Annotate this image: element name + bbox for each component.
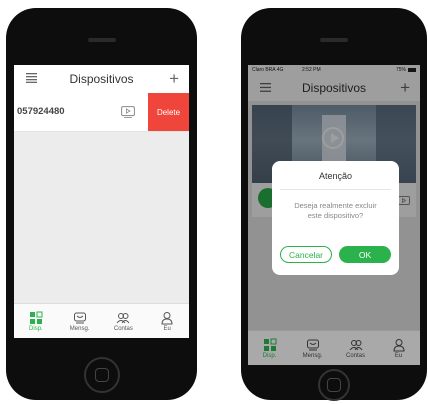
tab-label: Disp. [29,325,43,332]
tab-label: Contas [345,352,365,359]
tab-label: Eu [394,352,403,359]
tab-bar: Disp. Mensg. Contas Eu [248,330,420,365]
right-screen: Claro BRA 4G 2:52 PM 75% Dispositivos + [248,65,420,365]
cancel-label: Cancelar [288,249,324,260]
speaker [87,38,116,42]
play-icon[interactable] [121,105,135,123]
tab-label: Disp. [262,352,277,359]
device-id: 057924480 [17,106,65,117]
tab-contacts[interactable]: Contas [334,331,377,365]
dialog-message-line: este dispositivo? [307,211,364,220]
message-icon [306,339,319,350]
tab-messages[interactable]: Mensg. [291,331,334,365]
left-screen: Dispositivos + 057924480 Delete Disp. Me… [14,65,189,338]
ok-button[interactable]: OK [339,246,391,263]
delete-button[interactable]: Delete [148,93,189,131]
home-button[interactable] [83,357,120,393]
tab-me[interactable]: Eu [377,331,420,365]
cancel-button[interactable]: Cancelar [280,246,332,263]
tab-label: Mensg. [302,352,323,359]
menu-icon[interactable] [26,70,37,88]
speaker [320,38,348,42]
dialog-title: Atenção [318,171,353,181]
tab-label: Eu [163,325,171,332]
home-button[interactable] [318,369,350,401]
delete-label: Delete [156,107,181,117]
dialog-divider [280,189,391,190]
dialog-message-line: Deseja realmente excluir [294,201,377,210]
tab-label: Contas [113,325,133,332]
left-phone: Dispositivos + 057924480 Delete Disp. Me… [6,8,197,400]
ok-label: OK [358,249,372,260]
contacts-icon [116,312,130,323]
contacts-icon [349,339,362,350]
devices-icon [29,311,43,324]
confirm-dialog: Atenção Deseja realmente excluir este di… [272,161,399,275]
devices-icon [263,338,276,351]
profile-icon [161,311,173,324]
profile-icon [392,338,405,351]
tab-devices[interactable]: Disp. [14,304,58,338]
tab-contacts[interactable]: Contas [102,304,146,338]
tab-label: Mensg. [69,325,90,332]
dialog-message: Deseja realmente excluir este dispositiv… [272,201,399,221]
tab-messages[interactable]: Mensg. [58,304,102,338]
tab-bar: Disp. Mensg. Contas Eu [14,303,189,338]
page-title: Dispositivos [69,72,134,86]
nav-bar: Dispositivos + [14,65,189,93]
message-icon [73,312,86,323]
tab-me[interactable]: Eu [145,304,189,338]
plus-icon[interactable]: + [169,69,179,89]
right-phone: Claro BRA 4G 2:52 PM 75% Dispositivos + [241,8,427,401]
device-row[interactable]: 057924480 Delete [14,93,189,132]
tab-devices[interactable]: Disp. [248,331,291,365]
